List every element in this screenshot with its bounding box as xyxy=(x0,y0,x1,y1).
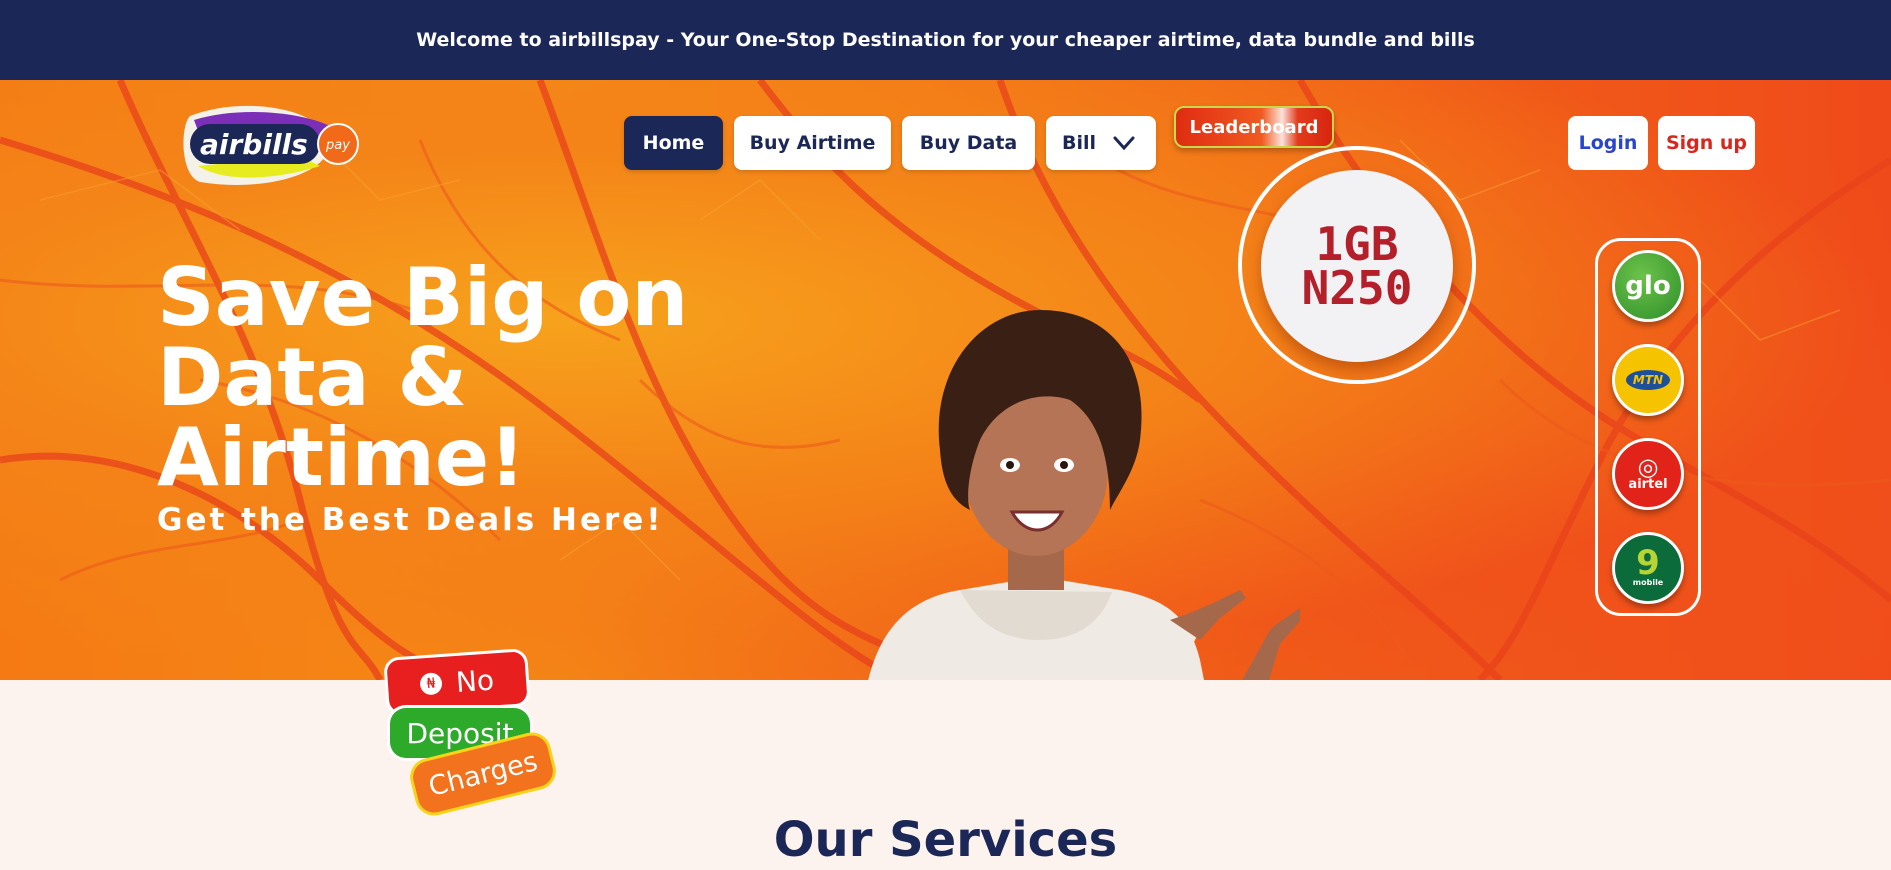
announcement-text: Welcome to airbillspay - Your One-Stop D… xyxy=(416,29,1475,51)
logo-brand-text: airbills xyxy=(200,128,308,161)
nav-home-button[interactable]: Home xyxy=(624,116,723,170)
hero-headline-line-3: Airtime! xyxy=(157,411,526,504)
hero-headline-line-2: Data & xyxy=(157,331,468,424)
airtel-label: airtel xyxy=(1628,476,1668,492)
no-sticker-label: No xyxy=(454,662,496,699)
no-sticker: ₦ No xyxy=(386,651,528,713)
mtn-label: MTN xyxy=(1625,370,1671,390)
services-section-title: Our Services xyxy=(773,812,1118,868)
nav-bill-dropdown[interactable]: Bill xyxy=(1046,116,1156,170)
promo-badge: 1GB N250 xyxy=(1261,170,1453,362)
announcement-bar: Welcome to airbillspay - Your One-Stop D… xyxy=(0,0,1891,80)
login-button[interactable]: Login xyxy=(1568,116,1648,170)
mtn-network-icon[interactable]: MTN xyxy=(1612,344,1684,416)
9mobile-network-icon[interactable]: 9 mobile xyxy=(1612,532,1684,604)
smiling-woman-pointing-image xyxy=(868,310,1300,680)
nav-buy-airtime-button[interactable]: Buy Airtime xyxy=(734,116,891,170)
leaderboard-button[interactable]: Leaderboard xyxy=(1174,106,1334,148)
promo-price: N250 xyxy=(1301,261,1413,315)
nav-buy-data-button[interactable]: Buy Data xyxy=(902,116,1035,170)
signup-button[interactable]: Sign up xyxy=(1658,116,1755,170)
glo-network-icon[interactable]: glo xyxy=(1612,250,1684,322)
hero-headline: Save Big on Data & Airtime! xyxy=(157,258,717,498)
promo-size: 1GB xyxy=(1315,217,1399,271)
chevron-down-icon xyxy=(1113,136,1135,151)
hero-subline: Get the Best Deals Here! xyxy=(157,502,664,538)
glo-label: glo xyxy=(1625,271,1671,301)
nav-bill-label: Bill xyxy=(1062,132,1097,154)
9mobile-label: mobile xyxy=(1632,578,1664,587)
naira-icon: ₦ xyxy=(419,672,443,696)
hero-headline-line-1: Save Big on xyxy=(157,251,689,344)
9mobile-number: 9 xyxy=(1636,543,1660,583)
logo-badge-text: pay xyxy=(325,138,350,153)
airtel-network-icon[interactable]: ◎ airtel xyxy=(1612,438,1684,510)
airbillspay-logo[interactable]: airbills pay xyxy=(180,96,360,188)
